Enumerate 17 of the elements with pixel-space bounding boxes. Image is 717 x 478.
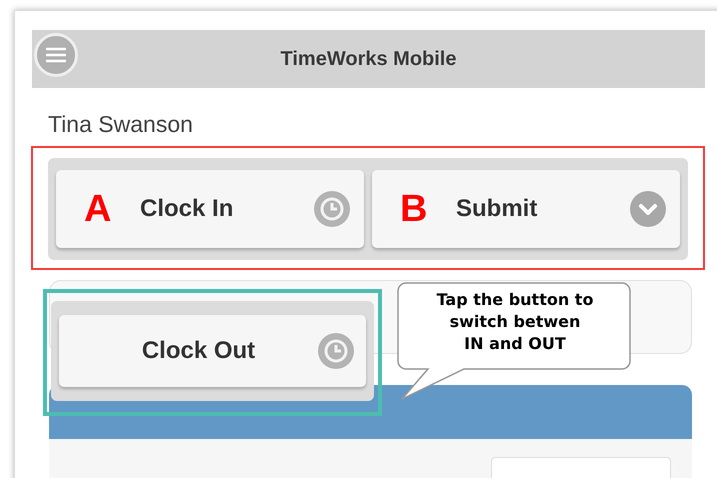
action-button[interactable]: B Submit (372, 170, 680, 248)
toggle-button[interactable]: Clock Out (59, 315, 366, 387)
menu-icon (46, 47, 66, 63)
action-button[interactable]: A Clock In (56, 170, 364, 248)
annotation-letter: A (84, 186, 112, 232)
menu-button[interactable] (34, 33, 78, 77)
button-label: Submit (456, 194, 538, 224)
button-label: Clock In (140, 194, 234, 224)
annotation-letter: B (400, 186, 428, 232)
clock-icon (314, 191, 350, 227)
callout-text: Tap the button to switch betwen IN and OUT (436, 289, 594, 355)
button-label: Clock Out (140, 336, 256, 366)
app-title: TimeWorks Mobile (280, 47, 456, 72)
user-name: Tina Swanson (48, 110, 194, 139)
input-field[interactable] (491, 457, 671, 478)
chevron-down-icon (630, 191, 666, 227)
clock-icon (318, 333, 354, 369)
